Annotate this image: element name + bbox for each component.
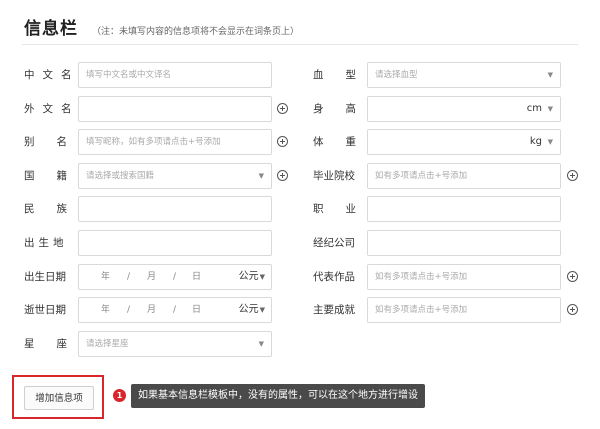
death-era-label: 公元	[238, 304, 259, 315]
chevron-down-icon: ▼	[258, 340, 264, 348]
birth-date-label: 出生日期	[24, 271, 66, 283]
school-label: 毕业院校	[313, 170, 355, 182]
annotation-tooltip: 如果基本信息栏模板中，没有的属性，可以在这个地方进行增设	[131, 384, 425, 408]
death-day: 日	[192, 305, 202, 315]
add-alias-icon[interactable]	[277, 136, 288, 147]
death-era-select[interactable]: 公元▼	[239, 298, 265, 322]
annotation-badge: 1	[113, 389, 126, 402]
occupation-input[interactable]	[367, 196, 561, 222]
agency-label: 经纪公司	[313, 237, 355, 249]
alias-input[interactable]: 填写昵称，如有多项请点击+号添加	[78, 129, 272, 155]
death-sep-1: /	[127, 305, 131, 315]
birthplace-label: 出生地	[24, 237, 68, 249]
death-date-input[interactable]: 年 / 月 / 日 公元▼	[78, 297, 272, 323]
birth-year: 年	[101, 272, 111, 282]
school-placeholder: 如有多项请点击+号添加	[375, 171, 468, 181]
death-sep-2: /	[173, 305, 177, 315]
death-year: 年	[101, 305, 111, 315]
chevron-down-icon: ▼	[547, 71, 553, 79]
add-info-item-button[interactable]: 增加信息项	[24, 386, 94, 410]
foreign-name-input[interactable]	[78, 96, 272, 122]
death-date-label: 逝世日期	[24, 304, 66, 316]
chinese-name-label: 中文名	[24, 69, 80, 81]
school-input[interactable]: 如有多项请点击+号添加	[367, 163, 561, 189]
page-title: 信息栏	[24, 19, 78, 39]
alias-placeholder: 填写昵称，如有多项请点击+号添加	[86, 137, 221, 147]
zodiac-select[interactable]: 请选择星座 ▼	[78, 331, 272, 357]
death-month: 月	[147, 305, 157, 315]
agency-input[interactable]	[367, 230, 561, 256]
chinese-name-input[interactable]: 填写中文名或中文译名	[78, 62, 272, 88]
blood-type-placeholder: 请选择血型	[375, 70, 418, 80]
foreign-name-label: 外文名	[24, 103, 80, 115]
achievements-input[interactable]: 如有多项请点击+号添加	[367, 297, 561, 323]
nationality-placeholder: 请选择或搜索国籍	[86, 171, 155, 181]
birth-day: 日	[192, 272, 202, 282]
birthplace-input[interactable]	[78, 230, 272, 256]
nationality-select[interactable]: 请选择或搜索国籍 ▼	[78, 163, 272, 189]
birth-sep-1: /	[127, 272, 131, 282]
birth-era-select[interactable]: 公元▼	[239, 265, 265, 289]
add-nationality-icon[interactable]	[277, 170, 288, 181]
add-achievements-icon[interactable]	[567, 304, 578, 315]
birth-date-input[interactable]: 年 / 月 / 日 公元▼	[78, 264, 272, 290]
birth-sep-2: /	[173, 272, 177, 282]
header-divider	[22, 44, 578, 45]
header: 信息栏 （注：未填写内容的信息项将不会显示在词条页上）	[24, 14, 299, 39]
ethnicity-input[interactable]	[78, 196, 272, 222]
weight-input[interactable]: kg ▼	[367, 129, 561, 155]
achievements-placeholder: 如有多项请点击+号添加	[375, 305, 468, 315]
add-foreign-name-icon[interactable]	[277, 103, 288, 114]
blood-type-select[interactable]: 请选择血型 ▼	[367, 62, 561, 88]
chevron-down-icon: ▼	[259, 273, 265, 281]
works-placeholder: 如有多项请点击+号添加	[375, 272, 468, 282]
chevron-down-icon: ▼	[258, 172, 264, 180]
title-note: （注：未填写内容的信息项将不会显示在词条页上）	[92, 27, 300, 37]
works-label: 代表作品	[313, 271, 355, 283]
birth-era-label: 公元	[238, 271, 259, 282]
weight-unit: kg	[529, 136, 542, 147]
chevron-down-icon[interactable]: ▼	[548, 97, 553, 121]
works-input[interactable]: 如有多项请点击+号添加	[367, 264, 561, 290]
height-input[interactable]: cm ▼	[367, 96, 561, 122]
height-unit: cm	[526, 103, 542, 114]
achievements-label: 主要成就	[313, 304, 355, 316]
zodiac-placeholder: 请选择星座	[86, 339, 129, 349]
birth-month: 月	[147, 272, 157, 282]
add-school-icon[interactable]	[567, 170, 578, 181]
chevron-down-icon: ▼	[259, 306, 265, 314]
chevron-down-icon[interactable]: ▼	[548, 130, 553, 154]
chinese-name-placeholder: 填写中文名或中文译名	[86, 70, 172, 80]
add-works-icon[interactable]	[567, 271, 578, 282]
